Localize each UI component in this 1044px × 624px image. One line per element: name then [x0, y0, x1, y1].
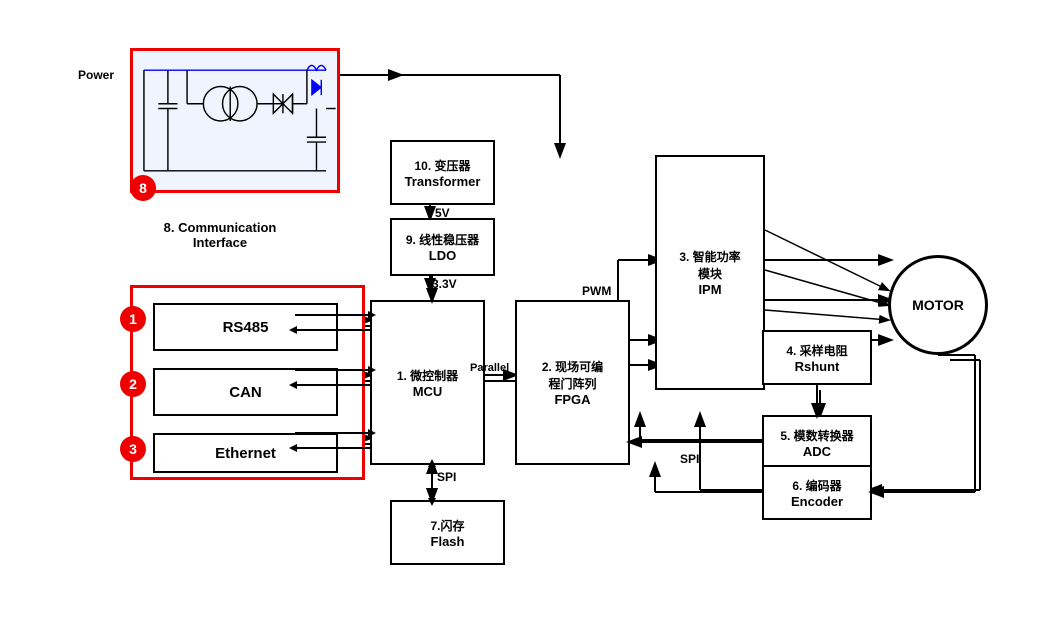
can-block: CAN: [153, 368, 338, 416]
spi-mcu-flash-label: SPI: [437, 470, 456, 484]
ethernet-block: Ethernet: [153, 433, 338, 473]
fpga-block: 2. 现场可编 程门阵列 FPGA: [515, 300, 630, 465]
adc-block: 5. 模数转换器 ADC: [762, 415, 872, 470]
badge-3: 3: [120, 436, 146, 462]
transformer-block: 10. 变压器 Transformer: [390, 140, 495, 205]
parallel-label: Parallel: [470, 362, 509, 374]
comm-interface-label: 8. Communication Interface: [130, 220, 310, 250]
voltage-33v-label: 3.3V: [432, 277, 457, 291]
rshunt-block: 4. 采样电阻 Rshunt: [762, 330, 872, 385]
badge-8: 8: [130, 175, 156, 201]
circuit-diagram-svg: [133, 51, 337, 190]
spi-fpga-encoder-label: SPI: [680, 452, 699, 466]
flash-block: 7.闪存 Flash: [390, 500, 505, 565]
pwm-label: PWM: [582, 284, 611, 298]
diagram: Power: [0, 0, 1044, 624]
badge-2: 2: [120, 371, 146, 397]
ipm-block: 3. 智能功率 模块 IPM: [655, 155, 765, 390]
power-circuit-block: [130, 48, 340, 193]
power-label: Power: [78, 68, 114, 82]
motor-block: MOTOR: [888, 255, 988, 355]
ldo-block: 9. 线性稳压器 LDO: [390, 218, 495, 276]
badge-1: 1: [120, 306, 146, 332]
encoder-block: 6. 编码器 Encoder: [762, 465, 872, 520]
mcu-block: 1. 微控制器 MCU: [370, 300, 485, 465]
rs485-block: RS485: [153, 303, 338, 351]
comm-interface-group: 1 RS485 2 CAN 3 Ethernet: [130, 285, 365, 480]
